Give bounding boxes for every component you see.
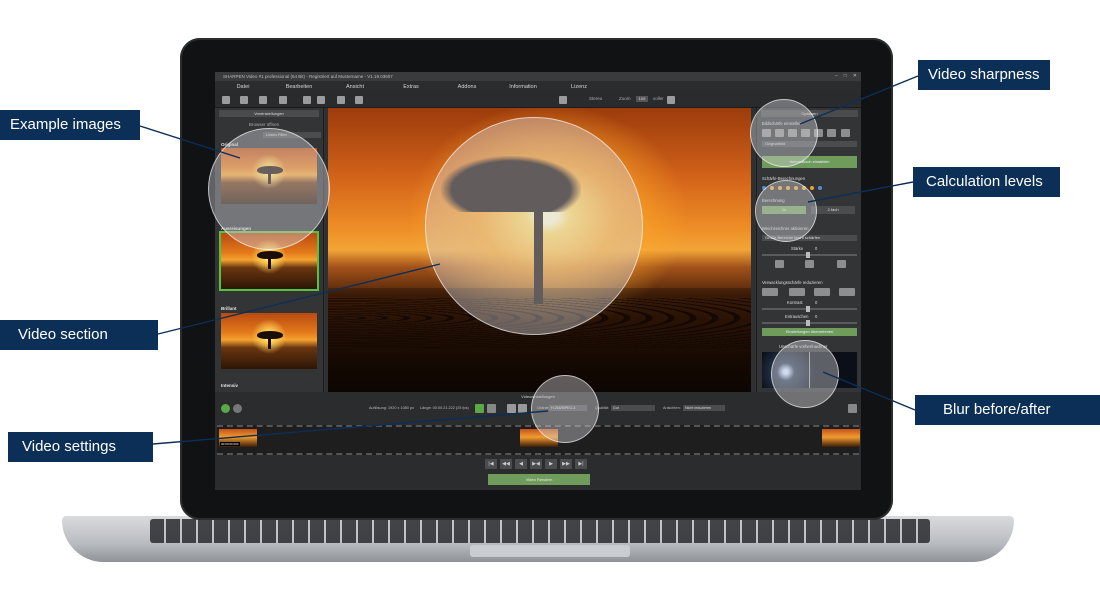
callout-calculation-levels: Calculation levels bbox=[913, 167, 1060, 197]
leader-blur bbox=[822, 371, 916, 411]
leader-example-images bbox=[139, 125, 241, 159]
leader-calculation-levels bbox=[807, 181, 914, 203]
callout-blur-before-after: Blur before/after bbox=[915, 395, 1100, 425]
callout-video-sharpness: Video sharpness bbox=[918, 60, 1050, 90]
callout-leader-lines bbox=[139, 75, 919, 445]
leader-video-sharpness bbox=[799, 75, 919, 125]
leader-video-settings bbox=[152, 410, 549, 445]
callout-example-images: Example images bbox=[0, 110, 140, 140]
leader-video-section bbox=[157, 263, 441, 335]
callout-video-section: Video section bbox=[0, 320, 158, 350]
callout-video-settings: Video settings bbox=[8, 432, 153, 462]
